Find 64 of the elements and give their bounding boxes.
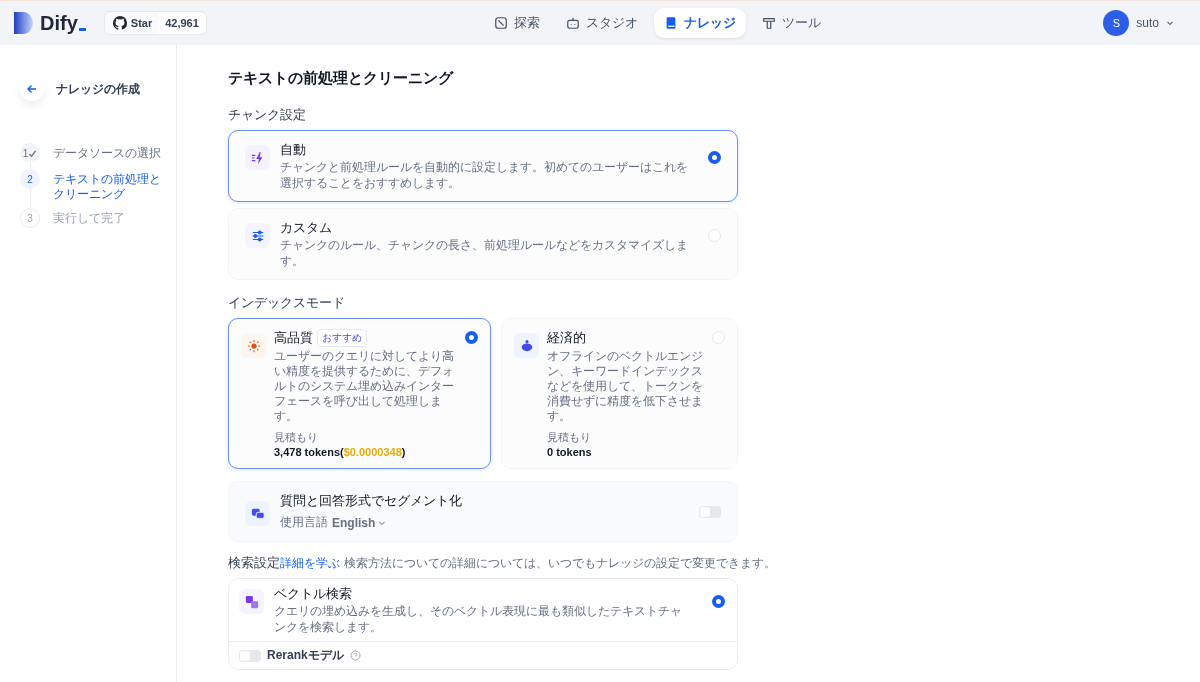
page-title: テキストの前処理とクリーニング [228, 69, 455, 88]
section-heading: インデックスモード [228, 294, 346, 312]
option-title: カスタム [280, 219, 333, 237]
chevron-down-icon [1166, 19, 1174, 27]
robot-icon [566, 16, 580, 30]
sun-icon [246, 338, 261, 353]
nav-tab[interactable]: 探索 [484, 8, 550, 38]
back-button[interactable] [20, 77, 44, 101]
method-description: クエリの埋め込みを生成し、そのベクトル表現に最も類似したテキストチャンクを検索します。 [274, 603, 683, 635]
sliders-icon [250, 228, 265, 243]
help-icon [349, 650, 361, 661]
star-count: 42,961 [158, 12, 206, 34]
github-icon [112, 16, 127, 30]
index-mode-card[interactable]: 高品質 おすすめ ユーザーのクエリに対してより高い精度を提供するために、デフォルトのシステム埋め込みインターフェースを呼び出して処理します。 見積もり 3,478 tokens($0.0000348) [228, 318, 491, 469]
section-heading: 検索設定 [228, 554, 280, 572]
nav-tab[interactable]: ツール [752, 8, 831, 38]
option-description: チャンクのルール、チャンクの長さ、前処理ルールなどをカスタマイズします。 [280, 237, 688, 269]
rerank-label: Rerankモデル [267, 647, 344, 664]
logo-text[interactable]: Dify [40, 11, 78, 35]
mode-title: 経済的 [547, 329, 586, 347]
lightning-icon [250, 150, 265, 165]
method-title: ベクトル検索 [274, 585, 353, 603]
token-estimate: 3,478 tokens($0.0000348) [274, 446, 407, 458]
chunk-option-card[interactable]: 自動 チャンクと前処理ルールを自動的に設定します。初めてのユーザーはこれを選択することをおすすめします。 [228, 130, 738, 202]
radio-button[interactable] [712, 595, 725, 608]
logo-icon [14, 12, 34, 34]
language-label: 使用言語 [280, 514, 328, 531]
recommended-badge: おすすめ [317, 329, 367, 347]
retrieval-method[interactable]: ベクトル検索 クエリの埋め込みを生成し、そのベクトル表現に最も類似したテキストチャンクを検索します。 [229, 579, 737, 642]
step-label[interactable]: テキストの前処理とクリーニング [53, 169, 163, 208]
hammer-icon [762, 16, 776, 30]
nav-tab[interactable]: スタジオ [556, 8, 648, 38]
section-heading: チャンク設定 [228, 106, 307, 124]
check-icon [28, 148, 38, 158]
index-mode-card[interactable]: 経済的 オフラインのベクトルエンジン、キーワードインデックスなどを使用して、トークンを消費せずに精度を低下させます。 見積もり 0 tokens [501, 318, 738, 469]
user-menu[interactable]: suto [1136, 16, 1159, 30]
chunk-option-card[interactable]: カスタム チャンクのルール、チャンクの長さ、前処理ルールなどをカスタマイズします。 [228, 208, 738, 280]
qa-title: 質問と回答形式でセグメント化 [280, 492, 463, 510]
github-star-button[interactable]: Star 42,961 [103, 11, 207, 35]
chat-bubbles-icon [250, 506, 265, 521]
nav-tab[interactable]: ナレッジ [654, 8, 746, 38]
radio-button[interactable] [708, 151, 721, 164]
step-number: 2 [20, 169, 40, 189]
token-estimate: 0 tokens [547, 446, 593, 458]
sidebar-title: ナレッジの作成 [56, 80, 140, 98]
toggle-switch[interactable] [239, 649, 261, 662]
step-label[interactable]: データソースの選択 [53, 143, 163, 169]
option-description: チャンクと前処理ルールを自動的に設定します。初めてのユーザーはこれを選択することをおすすめします。 [280, 159, 688, 191]
arrow-left-icon [26, 83, 38, 95]
logo-underscore [78, 27, 86, 31]
user-avatar[interactable]: S [1103, 10, 1130, 36]
mode-title: 高品質 [274, 329, 313, 347]
step-number: 1 [20, 143, 40, 163]
estimate-label: 見積もり [547, 430, 592, 445]
book-icon [664, 16, 678, 30]
learn-more-link[interactable]: 詳細を学ぶ [280, 555, 340, 572]
mode-description: オフラインのベクトルエンジン、キーワードインデックスなどを使用して、トークンを消費せずに精度を低下させます。 [547, 349, 704, 424]
toggle-switch[interactable] [699, 505, 721, 518]
language-select[interactable]: English [332, 515, 387, 530]
option-title: 自動 [280, 141, 307, 159]
estimate-label: 見積もり [274, 430, 319, 445]
retrieval-note: 検索方法についての詳細については、いつでもナレッジの設定で変更できます。 [344, 555, 776, 572]
mode-description: ユーザーのクエリに対してより高い精度を提供するために、デフォルトのシステム埋め込みインターフェースを呼び出して処理します。 [274, 349, 455, 424]
radio-button[interactable] [465, 331, 478, 344]
